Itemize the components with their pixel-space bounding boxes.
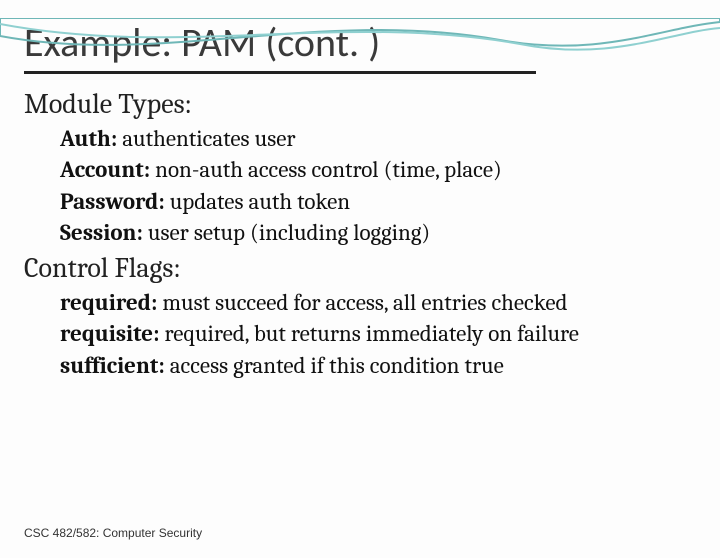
footer-course-label: CSC 482/582: Computer Security — [24, 526, 202, 540]
list-item: Password: updates auth token — [60, 187, 696, 216]
list-item: Account: non-auth access control (time, … — [60, 155, 696, 184]
list-item: Auth: authenticates user — [60, 124, 696, 153]
list-item: Session: user setup (including logging) — [60, 218, 696, 247]
section-heading: Control Flags: — [24, 252, 696, 284]
list-item: sufficient: access granted if this condi… — [60, 351, 696, 380]
list-item: required: must succeed for access, all e… — [60, 288, 696, 317]
slide-body: Module Types: Auth: authenticates user A… — [24, 88, 696, 380]
slide-title: Example: PAM (cont. ) — [24, 18, 720, 67]
title-underline — [24, 71, 536, 74]
section-heading: Module Types: — [24, 88, 696, 120]
list-item: requisite: required, but returns immedia… — [60, 319, 696, 348]
